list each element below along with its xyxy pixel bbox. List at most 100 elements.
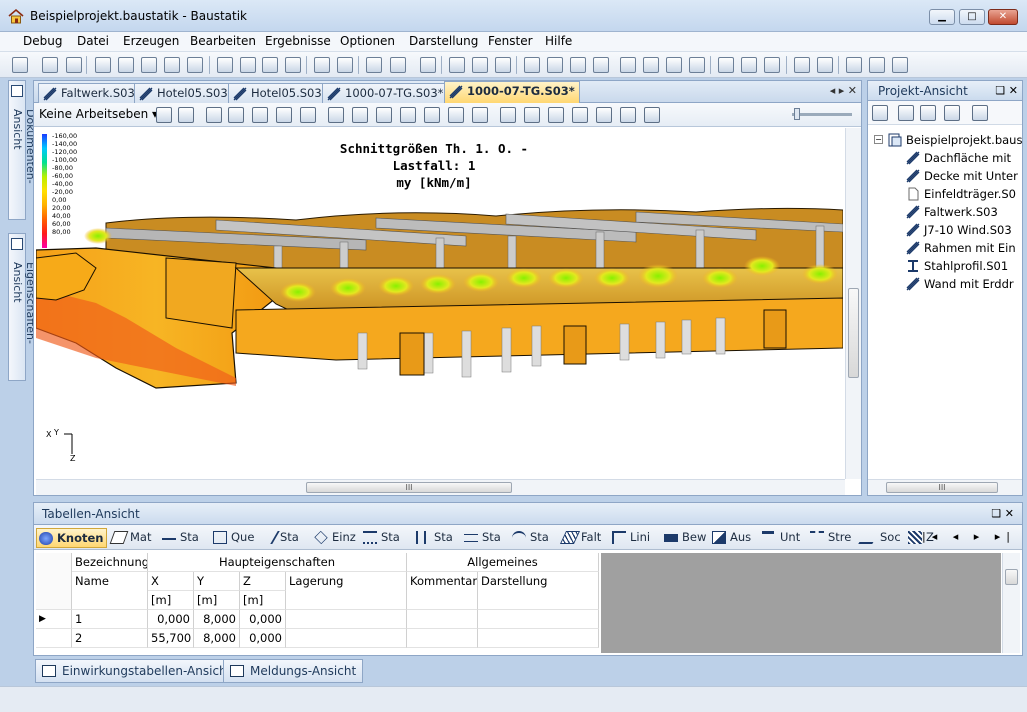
rotate-view-icon[interactable] [178,107,194,123]
column-header-y[interactable]: Y [194,572,240,591]
layer-2-icon[interactable] [524,107,540,123]
network-icon[interactable] [420,57,436,73]
tab-stab-1[interactable]: Sta [160,528,202,548]
tab-1000-07-tg-a[interactable]: 1000-07-TG.S03* [322,83,449,103]
copy-icon[interactable] [262,57,278,73]
zoom-page-icon[interactable] [141,57,157,73]
view-3d-icon[interactable] [328,107,344,123]
tab-linien[interactable]: Lini [610,528,653,548]
project-panel-pin-close[interactable]: ❑ ✕ [995,84,1018,97]
menu-erzeugen[interactable]: Erzeugen [123,34,179,48]
menu-hilfe[interactable]: Hilfe [545,34,572,48]
calculate-icon[interactable] [449,57,465,73]
undo-icon[interactable] [314,57,330,73]
cell-name[interactable]: 1 [72,610,148,629]
tab-mat[interactable]: Mat [109,528,154,548]
transparency-slider[interactable] [792,108,852,120]
paste-icon[interactable] [285,57,301,73]
stack-icon[interactable] [944,105,960,121]
tab-hotel05-a[interactable]: Hotel05.S03 [134,83,233,103]
tab-navigation[interactable]: |◂ ◂ ▸ ▸| [922,530,1016,543]
check-icon[interactable] [846,57,862,73]
grid-icon[interactable] [424,107,440,123]
view-side-icon[interactable] [376,107,392,123]
strip-icon[interactable] [764,57,780,73]
plate-icon[interactable] [570,57,586,73]
tab-aussparung[interactable]: Aus [710,528,754,548]
layer-5-icon[interactable] [596,107,612,123]
tab-scroll-close-controls[interactable]: ◂ ▸ ✕ [830,84,857,97]
save-icon[interactable] [66,57,82,73]
workplane-dropdown[interactable]: Keine Arbeitseben ▾ [39,107,158,121]
model-3d-view[interactable]: Schnittgrößen Th. 1. O. - Lastfall: 1 my… [36,128,843,479]
tab-bewehrung[interactable]: Bew [662,528,709,548]
table-vertical-scrollbar[interactable] [1002,553,1020,653]
cell-kommentar[interactable] [407,610,478,629]
column-header-darstellung[interactable]: Darstellung [478,572,599,610]
tab-meldungen[interactable]: Meldungs-Ansicht [223,659,364,683]
load-icon[interactable] [472,57,488,73]
node-icon[interactable] [524,57,540,73]
table-scroll-thumb[interactable] [1005,569,1018,585]
tab-1000-07-tg-active[interactable]: 1000-07-TG.S03* [444,81,580,103]
tab-stab-2[interactable]: Sta [258,528,302,548]
cell-darstellung[interactable] [478,629,599,648]
project-horizontal-scrollbar[interactable]: III [868,479,1022,495]
refresh-icon[interactable] [472,107,488,123]
slider-thumb[interactable] [794,108,800,120]
folder-icon[interactable] [920,105,936,121]
layer-7-icon[interactable] [644,107,660,123]
view-vertical-scrollbar[interactable] [845,128,861,479]
tab-knoten[interactable]: Knoten [36,528,108,548]
function-icon[interactable] [892,57,908,73]
cell-darstellung[interactable] [478,610,599,629]
tab-faltwerk[interactable]: Falt [559,528,604,548]
current-row-marker[interactable]: ▶ [36,610,72,629]
view-horizontal-scrollbar[interactable]: III [36,479,845,495]
cut-icon[interactable] [240,57,256,73]
menu-datei[interactable]: Datei [77,34,109,48]
copy-doc-icon[interactable] [972,105,988,121]
cell-z[interactable]: 0,000 [240,629,286,648]
view-front-icon[interactable] [352,107,368,123]
tab-stab-6[interactable]: Sta [510,528,552,548]
tab-stab-4[interactable]: Sta [414,528,456,548]
add-file-icon[interactable] [898,105,914,121]
new-project-icon[interactable] [12,57,28,73]
cell-z[interactable]: 0,000 [240,610,286,629]
lasso-icon[interactable] [217,57,233,73]
cell-y[interactable]: 8,000 [194,629,240,648]
cell-kommentar[interactable] [407,629,478,648]
collapse-icon[interactable]: − [874,135,883,144]
menu-optionen[interactable]: Optionen [340,34,395,48]
zoom-icon[interactable] [228,107,244,123]
model-icon[interactable] [366,57,382,73]
beam-icon[interactable] [547,57,563,73]
table-panel-pin-close[interactable]: ❑ ✕ [991,507,1014,520]
tab-hotel05-b[interactable]: Hotel05.S03 [228,83,327,103]
horizontal-scroll-thumb[interactable]: III [306,482,512,493]
view-house-icon[interactable] [400,107,416,123]
project-scroll-thumb[interactable]: III [886,482,998,493]
section-icon[interactable] [689,57,705,73]
column-icon[interactable] [794,57,810,73]
menu-bearbeiten[interactable]: Bearbeiten [190,34,256,48]
column-header-lagerung[interactable]: Lagerung [286,572,407,610]
tab-einwirkungstabellen[interactable]: Einwirkungstabellen-Ansicht [35,659,239,683]
layer-1-icon[interactable] [500,107,516,123]
tab-sockel[interactable]: Soc [858,528,904,548]
profile-icon[interactable] [666,57,682,73]
cell-x[interactable]: 55,700 [148,629,194,648]
redo-icon[interactable] [337,57,353,73]
cell-y[interactable]: 8,000 [194,610,240,629]
cell-lagerung[interactable] [286,610,407,629]
results-icon[interactable] [495,57,511,73]
tab-streifen[interactable]: Stre [808,528,854,548]
tab-einzel[interactable]: Einz [312,528,359,548]
tab-stab-5[interactable]: Sta [462,528,504,548]
menu-debug[interactable]: Debug [23,34,62,48]
cell-name[interactable]: 2 [72,629,148,648]
zoom-window-icon[interactable] [206,107,222,123]
column-header-kommentar[interactable]: Kommentar [407,572,478,610]
render-icon[interactable] [448,107,464,123]
